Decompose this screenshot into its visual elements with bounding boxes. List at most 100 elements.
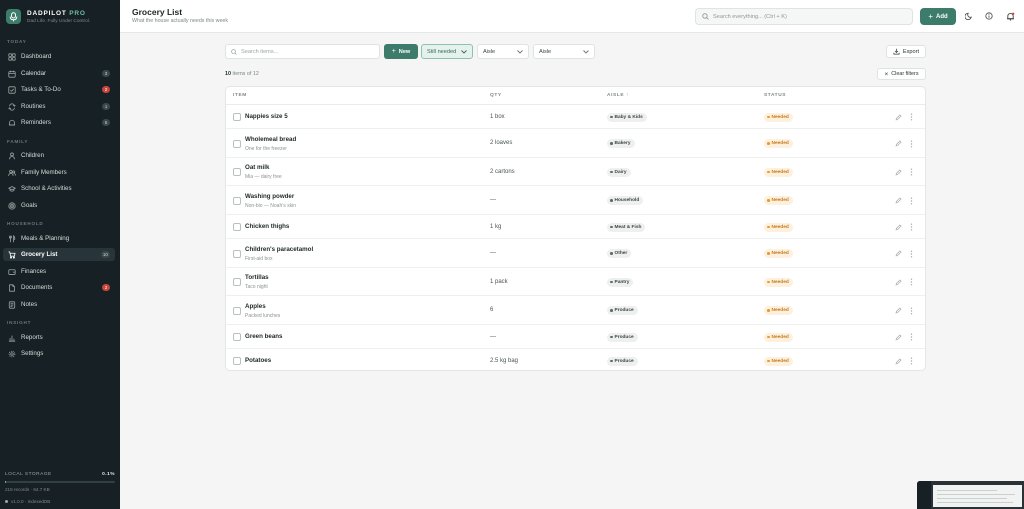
sidebar-item-school-and-activities[interactable]: School & Activities <box>3 182 115 195</box>
more-vertical-icon[interactable] <box>908 333 914 341</box>
table-row[interactable]: Potatoes 2.5 kg bag Produce Needed <box>226 349 925 370</box>
item-qty: — <box>490 197 496 203</box>
table-row[interactable]: Green beans — Produce Needed <box>226 325 925 349</box>
item-checkbox[interactable] <box>233 223 241 231</box>
help-icon[interactable] <box>984 11 994 21</box>
export-button[interactable]: Export <box>886 45 926 58</box>
status-badge: Needed <box>764 112 793 122</box>
sidebar-item-notes[interactable]: Notes <box>3 298 115 311</box>
edit-icon[interactable] <box>894 333 902 341</box>
calendar-icon <box>8 70 16 78</box>
item-checkbox[interactable] <box>233 306 241 315</box>
add-button-label: Add <box>936 13 948 20</box>
sidebar-item-dashboard[interactable]: Dashboard <box>3 50 115 63</box>
sidebar-item-label: Goals <box>21 202 38 209</box>
table-row[interactable]: Children's paracetamol First-aid box — Othe… <box>226 239 925 268</box>
edit-icon[interactable] <box>894 307 902 315</box>
add-button[interactable]: + Add <box>920 8 956 25</box>
item-checkbox[interactable] <box>233 333 241 341</box>
column-header-item[interactable]: ITEM <box>233 93 247 98</box>
edit-icon[interactable] <box>894 223 902 231</box>
grid-icon <box>8 52 16 61</box>
column-header-qty[interactable]: QTY <box>490 93 502 98</box>
more-vertical-icon[interactable] <box>908 168 914 176</box>
table-row[interactable]: Washing powder Non-bio — Noah's skin — Hous… <box>226 186 925 215</box>
aisle-badge-label: Baby & Kids <box>614 114 643 120</box>
column-header-status[interactable]: STATUS <box>764 93 786 98</box>
item-count-number: 10 <box>225 71 231 77</box>
global-search-placeholder: Search everything... (Ctrl + K) <box>713 13 787 20</box>
more-vertical-icon[interactable] <box>908 113 914 121</box>
more-vertical-icon[interactable] <box>908 140 914 148</box>
sidebar-item-calendar[interactable]: Calendar 3 <box>3 67 115 80</box>
edit-icon[interactable] <box>894 197 902 205</box>
item-note: One for the freezer <box>245 145 287 152</box>
edit-icon[interactable] <box>894 250 902 258</box>
sidebar-item-routines[interactable]: Routines 1 <box>3 100 115 113</box>
aisle-badge: Produce <box>607 306 638 315</box>
file-icon <box>8 283 16 292</box>
global-search-input[interactable]: Search everything... (Ctrl + K) <box>695 8 913 25</box>
item-checkbox[interactable] <box>233 196 241 205</box>
sidebar-item-documents[interactable]: Documents 2 <box>3 281 115 294</box>
more-vertical-icon[interactable] <box>908 307 914 315</box>
moon-icon[interactable] <box>964 11 974 21</box>
item-checkbox[interactable] <box>233 113 241 121</box>
more-vertical-icon[interactable] <box>908 357 914 365</box>
repeat-icon <box>8 102 16 111</box>
table-row[interactable]: Tortillas Taco night 1 pack Pantry Needed <box>226 268 925 296</box>
sidebar-item-label: Calendar <box>21 70 47 77</box>
sidebar-item-family-members[interactable]: Family Members <box>3 166 115 179</box>
utensils-icon <box>8 234 16 243</box>
table-row[interactable]: Nappies size 5 1 box Baby & Kids Needed <box>226 105 925 129</box>
table-row[interactable]: Wholemeal bread One for the freezer 2 loav… <box>226 129 925 158</box>
item-search-input[interactable]: Search items... <box>225 44 380 59</box>
notification-bell-icon[interactable] <box>1005 11 1015 21</box>
more-vertical-icon[interactable] <box>908 278 914 286</box>
item-checkbox[interactable] <box>233 278 241 286</box>
status-filter-select[interactable]: Still needed <box>421 44 473 59</box>
sidebar-item-label: Family Members <box>21 169 67 176</box>
more-vertical-icon[interactable] <box>908 250 914 258</box>
sidebar-item-finances[interactable]: Finances <box>3 265 115 278</box>
aisle-badge: Pantry <box>607 277 634 287</box>
sidebar-item-children[interactable]: Children <box>3 149 115 162</box>
table-row[interactable]: Chicken thighs 1 kg Meat & Fish Needed <box>226 215 925 239</box>
status-badge: Needed <box>764 356 793 366</box>
item-name: Potatoes <box>245 357 272 364</box>
aisle-badge-label: Produce <box>614 358 634 364</box>
more-vertical-icon[interactable] <box>908 223 914 231</box>
edit-icon[interactable] <box>894 113 902 121</box>
item-checkbox[interactable] <box>233 168 241 176</box>
edit-icon[interactable] <box>894 278 902 286</box>
section-label-today: TODAY <box>7 39 27 44</box>
aisle-sort-select[interactable]: Aisle <box>533 44 595 59</box>
item-checkbox[interactable] <box>233 139 241 148</box>
edit-icon[interactable] <box>894 140 902 148</box>
chevron-down-icon <box>461 49 467 54</box>
new-item-button[interactable]: + New <box>384 44 418 59</box>
target-icon <box>8 201 16 210</box>
aisle-filter-select[interactable]: Aisle <box>477 44 529 59</box>
more-vertical-icon[interactable] <box>908 197 914 205</box>
item-checkbox[interactable] <box>233 249 241 258</box>
edit-icon[interactable] <box>894 168 902 176</box>
table-row[interactable]: Apples Packed lunches 6 Produce Needed <box>226 296 925 325</box>
sidebar-item-meals-and-planning[interactable]: Meals & Planning <box>3 232 115 245</box>
sidebar-item-settings[interactable]: Settings <box>3 347 115 360</box>
sidebar-item-reminders[interactable]: Reminders 5 <box>3 116 115 129</box>
sidebar-item-goals[interactable]: Goals <box>3 199 115 212</box>
sidebar-item-grocery-list[interactable]: Grocery List 10 <box>3 248 115 261</box>
brand[interactable]: DADPILOT PRO Dad Life. Fully Under Contr… <box>6 9 90 24</box>
preview-line <box>937 502 1013 503</box>
item-checkbox[interactable] <box>233 357 241 365</box>
clear-filters-button[interactable]: × Clear filters <box>877 68 926 80</box>
table-row[interactable]: Oat milk Mia — dairy free 2 cartons Dairy Ne… <box>226 158 925 186</box>
status-badge-label: Needed <box>771 358 789 364</box>
edit-icon[interactable] <box>894 357 902 365</box>
sidebar-item-tasks-and-to-do[interactable]: Tasks & To-Do 2 <box>3 83 115 96</box>
sidebar-item-reports[interactable]: Reports <box>3 331 115 344</box>
item-name: Wholemeal bread <box>245 135 297 143</box>
screen-preview-thumbnail[interactable] <box>917 481 1024 509</box>
column-header-aisle[interactable]: AISLE ↑ <box>607 93 629 98</box>
